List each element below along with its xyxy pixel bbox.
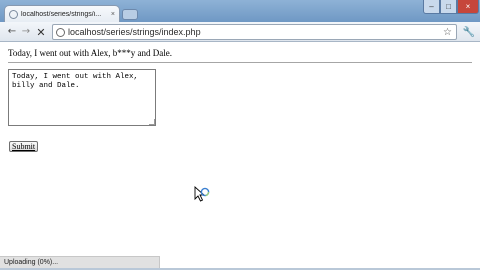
filtered-output-text: Today, I went out with Alex, b***y and D… — [8, 48, 173, 58]
forward-arrow-icon[interactable]: → — [19, 25, 33, 39]
wrench-icon[interactable]: 🔧 — [462, 26, 476, 39]
new-tab-button[interactable] — [122, 9, 138, 20]
address-bar[interactable]: localhost/series/strings/index.php ☆ — [52, 24, 457, 40]
horizontal-rule — [8, 62, 472, 63]
maximize-button[interactable]: □ — [440, 0, 457, 14]
tab-title: localhost/series/strings/i... — [21, 11, 102, 18]
minimize-button[interactable]: – — [423, 0, 440, 14]
busy-cursor-icon — [194, 186, 210, 202]
loading-icon — [9, 10, 18, 19]
message-textarea[interactable] — [8, 69, 156, 126]
page-content: Today, I went out with Alex, b***y and D… — [0, 42, 480, 256]
star-icon[interactable]: ☆ — [443, 27, 452, 38]
browser-tab[interactable]: localhost/series/strings/i... × — [4, 5, 120, 23]
browser-toolbar: ← → ✕ localhost/series/strings/index.php… — [0, 22, 480, 42]
status-bar: Uploading (0%)... — [0, 256, 160, 268]
tab-close-icon[interactable]: × — [111, 11, 115, 18]
window-titlebar: localhost/series/strings/i... × – □ × — [0, 0, 480, 23]
textarea-resize-grip[interactable] — [149, 119, 155, 125]
url-text[interactable]: localhost/series/strings/index.php — [68, 27, 443, 37]
page-info-icon[interactable] — [56, 27, 65, 37]
back-arrow-icon[interactable]: ← — [5, 25, 19, 39]
submit-button[interactable]: Submit — [9, 141, 39, 152]
stop-icon[interactable]: ✕ — [34, 25, 48, 39]
close-window-button[interactable]: × — [457, 0, 479, 14]
